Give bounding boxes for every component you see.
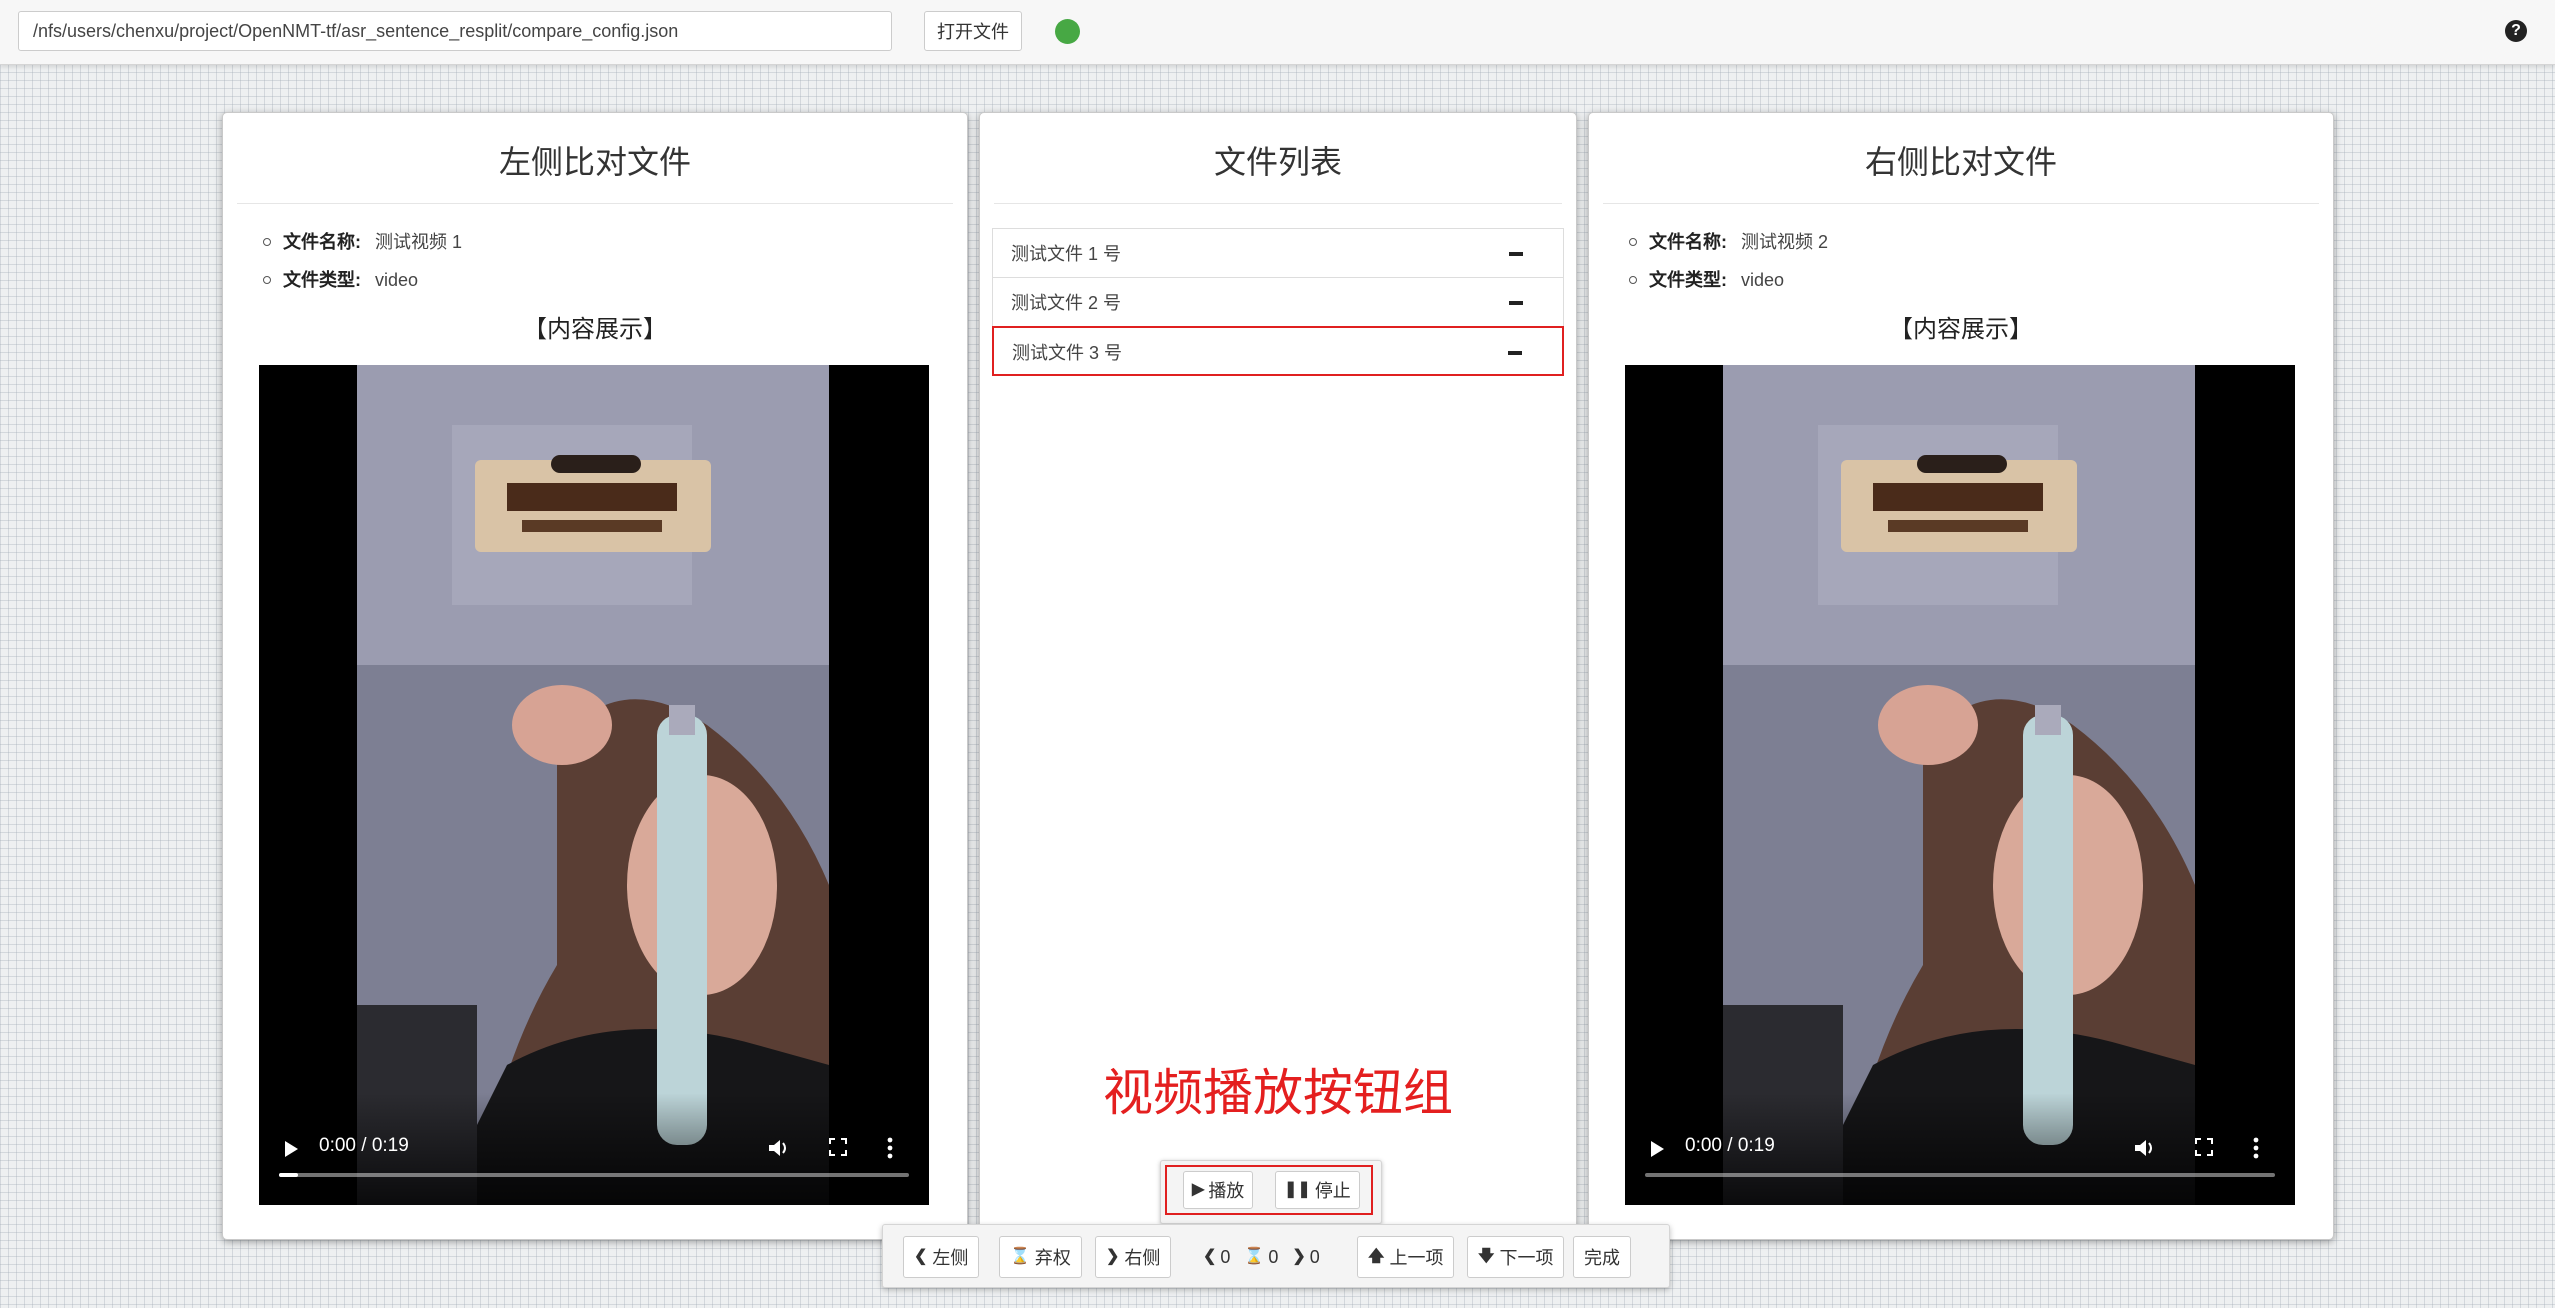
right-video-frame <box>1723 365 2195 1205</box>
hourglass-icon: ⌛ <box>1244 1248 1265 1265</box>
left-file-name: 文件名称: 测试视频 1 <box>262 223 462 261</box>
right-video-time: 0:00 / 0:19 <box>1685 1135 1775 1156</box>
connection-status-indicator <box>1055 19 1080 44</box>
right-compare-panel: 右侧比对文件 文件名称: 测试视频 2 文件类型: video 【内容展示】 0:0… <box>1588 112 2334 1240</box>
play-icon[interactable] <box>285 1141 298 1157</box>
annotation-text: 视频播放按钮组 <box>1103 1065 1453 1121</box>
abstain-button[interactable]: ⌛ 弃权 <box>999 1236 1082 1278</box>
right-vote-count: ❯ 0 <box>1292 1246 1320 1267</box>
vote-right-button[interactable]: ❯ 右侧 <box>1095 1236 1172 1278</box>
top-bar: 打开文件 ? <box>0 0 2555 65</box>
file-list-item[interactable]: 测试文件 1 号 <box>992 228 1564 278</box>
config-path-input[interactable] <box>18 11 892 51</box>
chevron-right-icon: ❯ <box>1292 1248 1306 1265</box>
file-item-label: 测试文件 3 号 <box>1012 343 1123 363</box>
left-video-progress-fill <box>279 1173 298 1177</box>
stop-button[interactable]: ❚❚ 停止 <box>1275 1171 1360 1209</box>
minus-icon[interactable] <box>1509 301 1523 305</box>
fullscreen-icon[interactable] <box>829 1138 847 1156</box>
media-button-group: ▶ 播放 ❚❚ 停止 <box>1160 1160 1382 1224</box>
left-compare-panel: 左侧比对文件 文件名称: 测试视频 1 文件类型: video 【内容展示】 0:0… <box>222 112 968 1240</box>
right-video-player[interactable]: 0:00 / 0:19 <box>1625 365 2295 1205</box>
file-list-item[interactable]: 测试文件 3 号 <box>992 326 1564 376</box>
vote-toolbar: ❮ 左侧 ⌛ 弃权 ❯ 右侧 ❮ 0 ⌛ 0 ❯ 0 🡅 上一项 🡇 下一项 完成 <box>882 1224 1670 1288</box>
file-item-label: 测试文件 2 号 <box>1011 293 1122 313</box>
more-options-icon[interactable] <box>887 1137 893 1159</box>
file-list-item[interactable]: 测试文件 2 号 <box>992 277 1564 327</box>
left-file-meta: 文件名称: 测试视频 1 文件类型: video <box>262 223 462 299</box>
left-panel-title: 左侧比对文件 <box>237 113 953 204</box>
vote-left-button[interactable]: ❮ 左侧 <box>903 1236 980 1278</box>
right-video-controls: 0:00 / 0:19 <box>1625 1093 2295 1205</box>
left-video-time: 0:00 / 0:19 <box>319 1135 409 1156</box>
chevron-left-icon: ❮ <box>914 1248 928 1265</box>
question-circle-icon[interactable]: ? <box>2505 20 2527 42</box>
minus-icon[interactable] <box>1509 252 1523 256</box>
volume-icon[interactable] <box>767 1137 789 1159</box>
done-button[interactable]: 完成 <box>1573 1236 1631 1278</box>
next-item-button[interactable]: 🡇 下一项 <box>1467 1236 1565 1278</box>
left-video-controls: 0:00 / 0:19 <box>259 1093 929 1205</box>
play-icon: ▶ <box>1192 1181 1205 1198</box>
previous-item-button[interactable]: 🡅 上一项 <box>1357 1236 1455 1278</box>
left-file-type: 文件类型: video <box>262 261 462 299</box>
vote-counts: ❮ 0 ⌛ 0 ❯ 0 <box>1203 1236 1320 1278</box>
chevron-left-icon: ❮ <box>1203 1248 1217 1265</box>
right-file-type: 文件类型: video <box>1628 261 1828 299</box>
right-file-meta: 文件名称: 测试视频 2 文件类型: video <box>1628 223 1828 299</box>
play-button[interactable]: ▶ 播放 <box>1183 1171 1254 1209</box>
arrow-up-icon: 🡅 <box>1368 1248 1385 1265</box>
chevron-right-icon: ❯ <box>1106 1248 1120 1265</box>
right-panel-title: 右侧比对文件 <box>1603 113 2319 204</box>
file-item-label: 测试文件 1 号 <box>1011 244 1122 264</box>
right-file-name: 文件名称: 测试视频 2 <box>1628 223 1828 261</box>
left-content-label: 【内容展示】 <box>523 316 667 343</box>
open-file-button[interactable]: 打开文件 <box>924 11 1022 51</box>
left-video-frame <box>357 365 829 1205</box>
left-video-progress[interactable] <box>279 1173 909 1177</box>
file-list: 测试文件 1 号 测试文件 2 号 测试文件 3 号 <box>992 228 1564 376</box>
hourglass-icon: ⌛ <box>1010 1248 1030 1265</box>
right-content-label: 【内容展示】 <box>1889 316 2033 343</box>
volume-icon[interactable] <box>2133 1137 2155 1159</box>
play-icon[interactable] <box>1651 1141 1664 1157</box>
minus-icon[interactable] <box>1508 351 1522 355</box>
abstain-count: ⌛ 0 <box>1244 1246 1279 1267</box>
fullscreen-icon[interactable] <box>2195 1138 2213 1156</box>
pause-icon: ❚❚ <box>1284 1181 1311 1198</box>
file-list-panel: 文件列表 测试文件 1 号 测试文件 2 号 测试文件 3 号 视频播放按钮组 <box>979 112 1577 1240</box>
arrow-down-icon: 🡇 <box>1478 1248 1495 1265</box>
file-list-title: 文件列表 <box>994 113 1562 204</box>
left-vote-count: ❮ 0 <box>1203 1246 1231 1267</box>
left-video-player[interactable]: 0:00 / 0:19 <box>259 365 929 1205</box>
more-options-icon[interactable] <box>2253 1137 2259 1159</box>
right-video-progress[interactable] <box>1645 1173 2275 1177</box>
